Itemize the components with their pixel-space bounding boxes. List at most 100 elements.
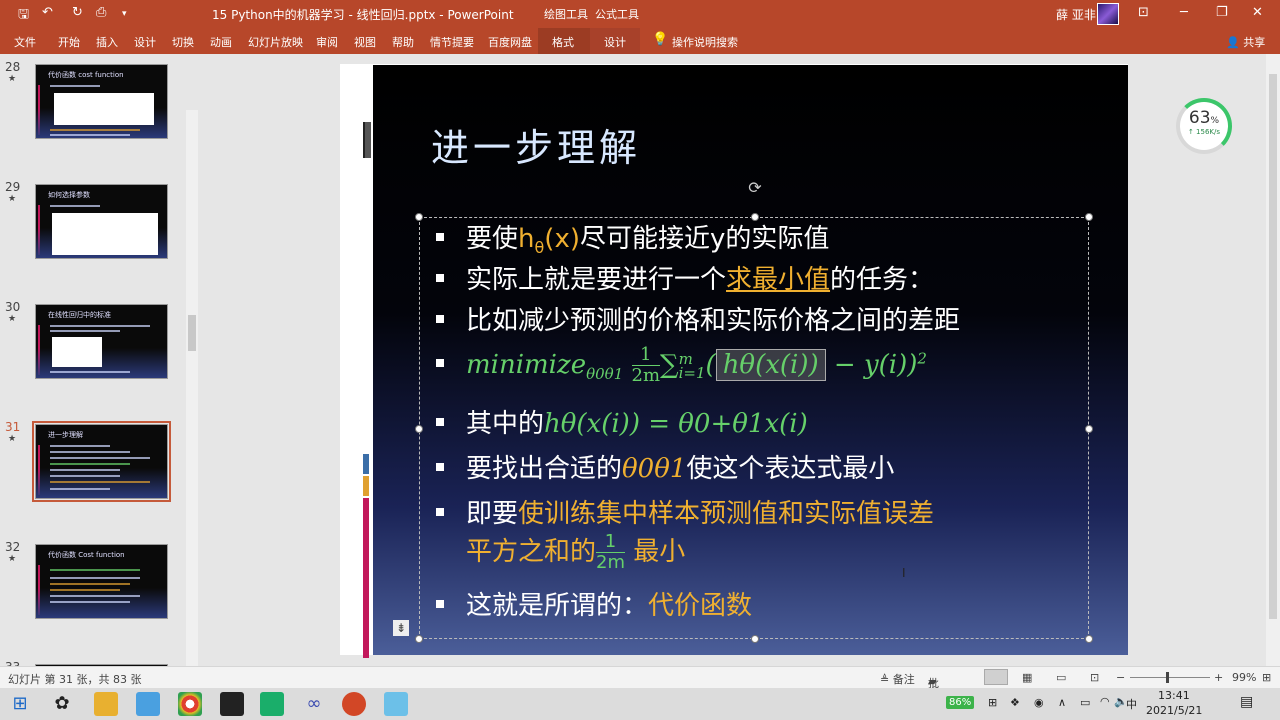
rotate-handle-icon[interactable]: ⟳ xyxy=(746,179,764,197)
tab-review[interactable]: 审阅 xyxy=(316,34,338,50)
tray-icon[interactable]: ❖ xyxy=(1010,696,1020,709)
tab-storyboard[interactable]: 情节提要 xyxy=(430,34,474,50)
context-drawing-tools: 绘图工具 xyxy=(544,8,588,21)
fit-slide-icon[interactable]: ⊞ xyxy=(1262,671,1271,684)
show-hidden-icons-icon[interactable]: ∧ xyxy=(1058,696,1066,709)
tab-insert[interactable]: 插入 xyxy=(96,34,118,50)
zoom-out-button[interactable]: − xyxy=(1116,671,1125,684)
avatar[interactable] xyxy=(1097,3,1119,25)
slideshow-icon[interactable]: ⊡ xyxy=(1090,671,1099,684)
zoom-level[interactable]: 99% xyxy=(1232,671,1256,684)
slide-sorter-icon[interactable]: ▦ xyxy=(1022,671,1032,684)
tray-icon[interactable]: ◉ xyxy=(1034,696,1044,709)
battery-icon[interactable]: ▭ xyxy=(1080,696,1090,709)
normal-view-button[interactable] xyxy=(984,669,1008,685)
resize-handle[interactable] xyxy=(1085,213,1093,221)
reading-view-icon[interactable]: ▭ xyxy=(1056,671,1066,684)
equation-selection[interactable]: hθ(x(i)) xyxy=(715,349,826,381)
user-name[interactable]: 薛 亚非 xyxy=(1056,6,1096,23)
app-icon[interactable]: ✿ xyxy=(50,692,74,716)
tab-home[interactable]: 开始 xyxy=(58,34,80,50)
bullet-7: 即要使训练集中样本预测值和实际值误差 xyxy=(436,493,934,530)
slide-editor: 进一步理解 ⟳ 要使hθ(x)尽可能接近y的实际值 实际上就是要进行一个求最小值… xyxy=(200,54,1266,666)
decor-bar xyxy=(363,454,369,474)
tab-design[interactable]: 设计 xyxy=(134,34,156,50)
ribbon-tabs: 文件 开始 插入 设计 切换 动画 幻灯片放映 审阅 视图 帮助 情节提要 百度… xyxy=(0,28,1280,54)
tab-view[interactable]: 视图 xyxy=(354,34,376,50)
app-icon[interactable]: ∞ xyxy=(302,692,326,716)
slide-thumbnail-31[interactable]: 进一步理解 xyxy=(32,421,171,502)
resize-handle[interactable] xyxy=(1085,425,1093,433)
pycharm-icon[interactable] xyxy=(260,692,284,716)
resize-handle[interactable] xyxy=(415,425,423,433)
app-icon[interactable] xyxy=(136,692,160,716)
current-slide[interactable]: 进一步理解 ⟳ 要使hθ(x)尽可能接近y的实际值 实际上就是要进行一个求最小值… xyxy=(373,65,1128,655)
clock-date[interactable]: 2021/5/21 xyxy=(1146,704,1202,717)
chrome-icon[interactable] xyxy=(178,692,202,716)
slide-thumbnail-29[interactable]: 如何选择参数 xyxy=(35,184,168,259)
slide-thumbnail-30[interactable]: 在线性回归中的标准 xyxy=(35,304,168,379)
wifi-icon[interactable]: ◠ xyxy=(1100,695,1110,708)
file-explorer-icon[interactable] xyxy=(94,692,118,716)
slide-thumbnail-32[interactable]: 代价函数 Cost function xyxy=(35,544,168,619)
undo-icon[interactable]: ↶ xyxy=(42,5,53,20)
star-icon: ★ xyxy=(8,74,17,84)
star-icon: ★ xyxy=(8,434,17,444)
text-cursor-icon: Ⅰ xyxy=(902,566,906,580)
powerpoint-icon[interactable] xyxy=(342,692,366,716)
restore-icon[interactable]: ❐ xyxy=(1216,5,1228,20)
thumbnail-scrollbar[interactable] xyxy=(186,110,198,666)
network-speed-widget[interactable]: 63% ↑ 156K/s xyxy=(1176,98,1232,154)
decor-bar xyxy=(363,498,369,658)
save-icon[interactable]: 🖫 xyxy=(18,5,29,27)
tab-format[interactable]: 格式 xyxy=(552,34,574,50)
thumb-number: 28 ★ xyxy=(5,60,21,84)
thumb-number: 30 ★ xyxy=(5,300,21,324)
zoom-slider[interactable] xyxy=(1130,677,1210,678)
customize-icon[interactable]: ⎙ xyxy=(96,5,106,20)
notes-button[interactable]: ≜ 备注 xyxy=(880,671,915,687)
tab-file[interactable]: 文件 xyxy=(14,34,36,50)
tell-me-search[interactable]: 操作说明搜索 xyxy=(672,34,738,50)
slide-thumbnail-pane: 28 ★ 代价函数 cost function 29 ★ 如何选择参数 30 ★ 在线… xyxy=(0,54,200,666)
ribbon-options-icon[interactable]: ⊡ xyxy=(1138,5,1149,20)
star-icon: ★ xyxy=(8,554,17,564)
thumb-number: 29 ★ xyxy=(5,180,21,204)
resize-handle[interactable] xyxy=(415,635,423,643)
zoom-in-button[interactable]: + xyxy=(1214,671,1223,684)
qat-dropdown-icon[interactable]: ▾ xyxy=(122,9,127,19)
zoom-slider-handle[interactable] xyxy=(1166,672,1169,683)
decor-bar xyxy=(363,476,369,496)
star-icon: ★ xyxy=(8,194,17,204)
ime-indicator[interactable]: 中 xyxy=(1126,696,1137,712)
slide-title[interactable]: 进一步理解 xyxy=(431,117,641,172)
tab-equation-design[interactable]: 设计 xyxy=(604,34,626,50)
bullet-1: 要使hθ(x)尽可能接近y的实际值 xyxy=(436,218,829,257)
tab-baidu[interactable]: 百度网盘 xyxy=(488,34,532,50)
clock-time[interactable]: 13:41 xyxy=(1158,689,1190,702)
windows-taskbar: ⊞ ✿ ∞ 86% ⊞ ❖ ◉ ∧ ▭ ◠ 🔈 中 13:41 2021/5/2… xyxy=(0,688,1280,720)
tab-slideshow[interactable]: 幻灯片放映 xyxy=(248,34,303,50)
resize-handle[interactable] xyxy=(415,213,423,221)
tab-help[interactable]: 帮助 xyxy=(392,34,414,50)
app-icon[interactable] xyxy=(384,692,408,716)
tray-icon[interactable]: ⊞ xyxy=(988,696,997,709)
tab-animations[interactable]: 动画 xyxy=(210,34,232,50)
layout-options-icon[interactable]: ⇟ xyxy=(393,620,409,636)
star-icon: ★ xyxy=(8,314,17,324)
editor-scrollbar[interactable] xyxy=(1266,54,1280,666)
status-bar: 幻灯片 第 31 张，共 83 张 ≜ 备注 ▰ 批注 ▦ ▭ ⊡ − + 99… xyxy=(0,666,1280,706)
minimize-icon[interactable]: ─ xyxy=(1180,5,1188,20)
close-icon[interactable]: ✕ xyxy=(1252,5,1263,20)
battery-indicator[interactable]: 86% xyxy=(946,696,975,709)
redo-icon[interactable]: ↻ xyxy=(72,5,83,20)
share-button[interactable]: 👤 共享 xyxy=(1226,34,1265,50)
slide-thumbnail-28[interactable]: 代价函数 cost function xyxy=(35,64,168,139)
resize-handle[interactable] xyxy=(1085,635,1093,643)
tab-transitions[interactable]: 切换 xyxy=(172,34,194,50)
notification-icon[interactable]: ▤ xyxy=(1240,694,1253,710)
resize-handle[interactable] xyxy=(751,635,759,643)
windows-start-icon[interactable]: ⊞ xyxy=(8,692,32,716)
decor-bar xyxy=(363,122,371,158)
terminal-icon[interactable] xyxy=(220,692,244,716)
